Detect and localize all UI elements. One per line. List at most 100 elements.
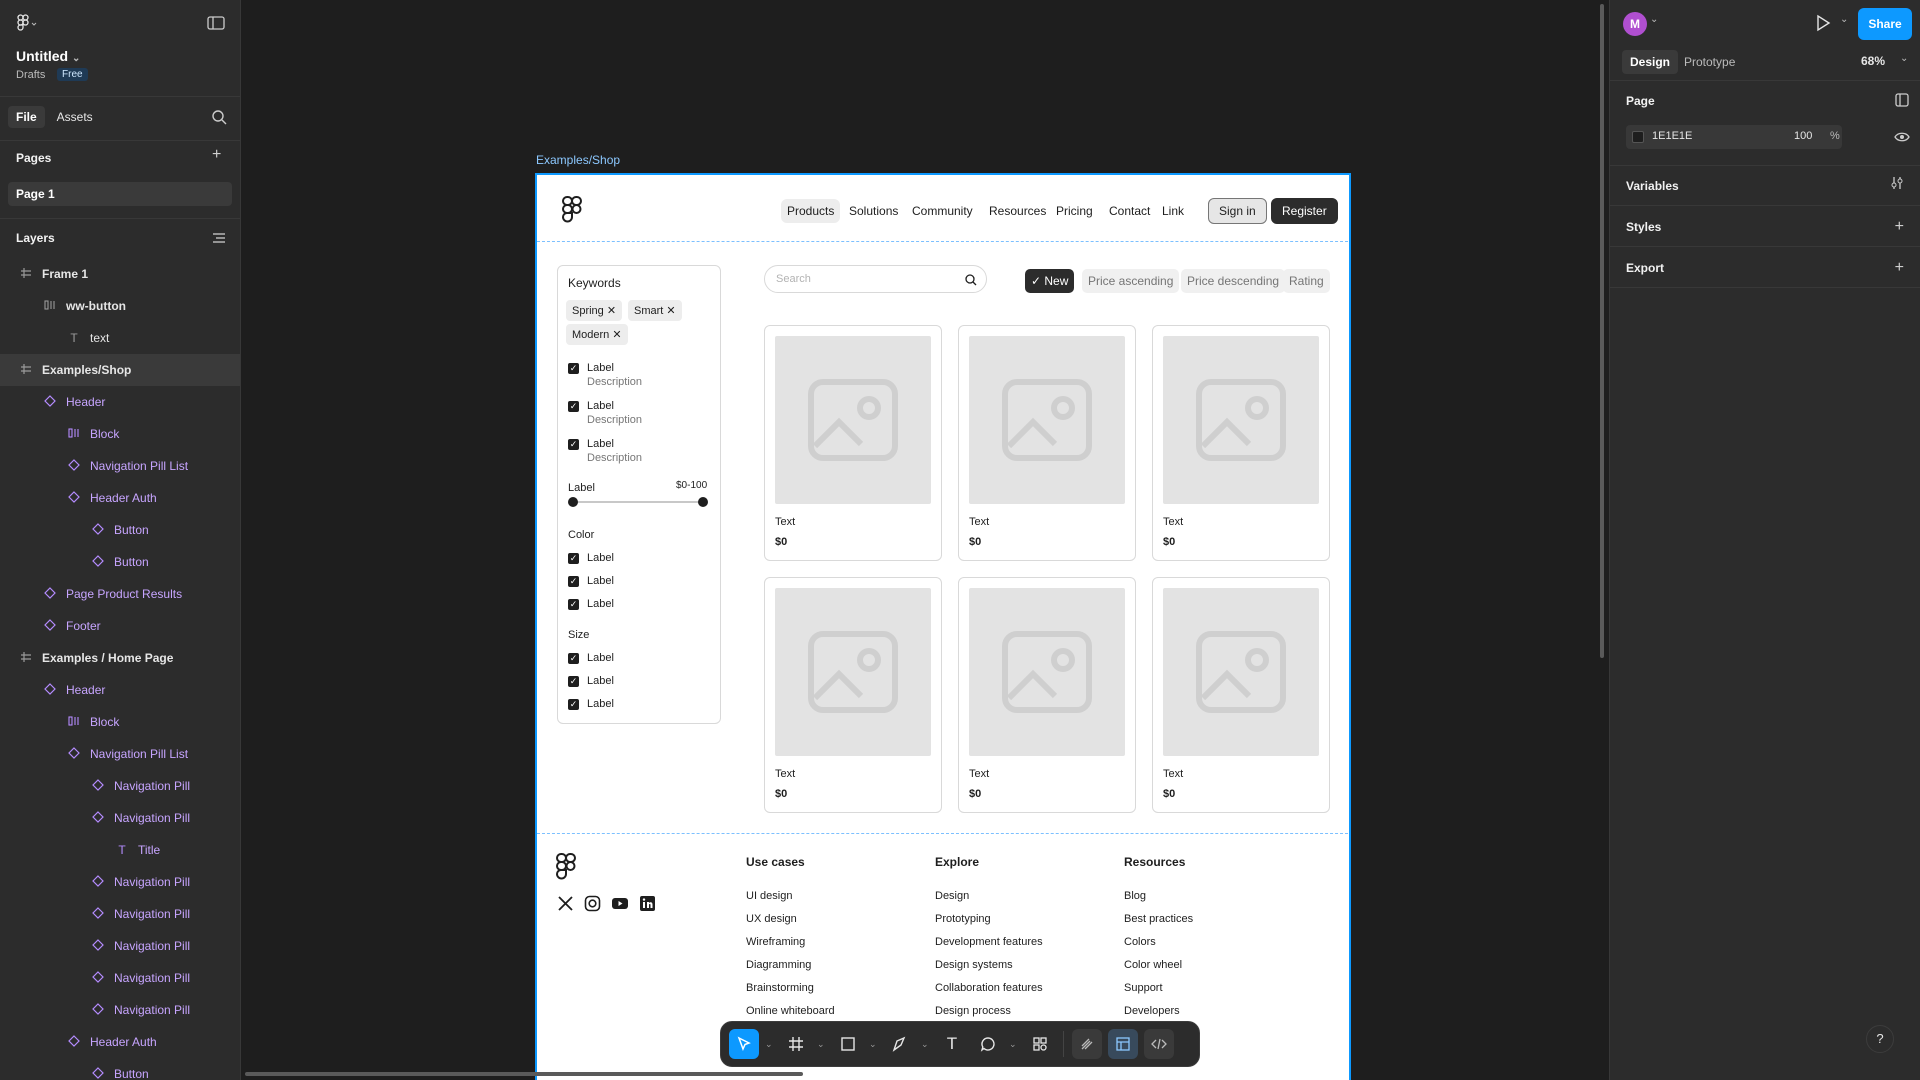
layer-row[interactable]: Footer	[0, 610, 240, 642]
horizontal-scrollbar[interactable]	[245, 1072, 803, 1076]
layer-row[interactable]: Navigation Pill List	[0, 450, 240, 482]
product-card[interactable]: Text $0	[1152, 325, 1330, 561]
footer-link[interactable]: Best practices	[1124, 913, 1193, 936]
layer-row[interactable]: Header	[0, 386, 240, 418]
layer-row[interactable]: Navigation Pill List	[0, 738, 240, 770]
actions-tool-icon[interactable]	[1025, 1029, 1055, 1059]
variables-settings-icon[interactable]	[1890, 176, 1904, 195]
add-page-icon[interactable]: +	[212, 146, 221, 164]
linkedin-icon[interactable]	[639, 895, 656, 917]
chevron-down-icon[interactable]: ⌄	[1840, 14, 1848, 25]
footer-link[interactable]: Prototyping	[935, 913, 1043, 936]
layer-row[interactable]: Page Product Results	[0, 578, 240, 610]
tab-assets[interactable]: Assets	[49, 106, 101, 128]
tab-file[interactable]: File	[8, 106, 45, 128]
navigation-pill[interactable]: Products	[781, 199, 841, 223]
styles-section[interactable]: Styles +	[1610, 207, 1920, 247]
x-icon[interactable]	[557, 895, 574, 917]
footer-link[interactable]: Design	[935, 890, 1043, 913]
rectangle-tool-icon[interactable]	[833, 1029, 863, 1059]
move-tool-icon[interactable]	[729, 1029, 759, 1059]
layer-row[interactable]: Navigation Pill	[0, 866, 240, 898]
footer-link[interactable]: Development features	[935, 936, 1043, 959]
tag-spring[interactable]: Spring ✕	[566, 300, 623, 321]
layer-row[interactable]: Examples/Shop	[0, 354, 240, 386]
footer-link[interactable]: UX design	[746, 913, 835, 936]
sort-pill[interactable]: Rating	[1283, 269, 1330, 293]
youtube-icon[interactable]	[611, 895, 629, 917]
range-thumb-max[interactable]	[698, 497, 708, 507]
layer-row[interactable]: Navigation Pill	[0, 898, 240, 930]
navigation-pill[interactable]: Solutions	[843, 199, 904, 223]
chevron-down-icon[interactable]: ⌄	[1900, 53, 1908, 64]
sort-pill[interactable]: Price descending	[1181, 269, 1286, 293]
tab-prototype[interactable]: Prototype	[1684, 55, 1735, 69]
navigation-pill[interactable]: Community	[906, 199, 979, 223]
checkbox[interactable]: ✓	[568, 401, 579, 412]
layer-row[interactable]: Block	[0, 418, 240, 450]
register-button[interactable]: Register	[1271, 198, 1338, 224]
layer-row[interactable]: Ttext	[0, 322, 240, 354]
footer-link[interactable]: Wireframing	[746, 936, 835, 959]
eye-icon[interactable]	[1894, 130, 1910, 148]
navigation-pill[interactable]: Contact	[1103, 199, 1156, 223]
variables-section[interactable]: Variables	[1610, 166, 1920, 206]
layer-row[interactable]: Navigation Pill	[0, 930, 240, 962]
footer-link[interactable]: Design systems	[935, 959, 1043, 982]
chevron-down-icon[interactable]: ⌄	[869, 1039, 879, 1050]
add-export-icon[interactable]: +	[1895, 259, 1904, 277]
share-button[interactable]: Share	[1858, 8, 1912, 40]
drafts-label[interactable]: Drafts	[16, 69, 45, 81]
search-icon[interactable]	[211, 109, 227, 130]
text-tool-icon[interactable]: T	[937, 1029, 967, 1059]
checkbox[interactable]: ✓	[568, 676, 579, 687]
page-item-page-1[interactable]: Page 1	[8, 182, 232, 206]
export-section[interactable]: Export +	[1610, 248, 1920, 288]
footer-link[interactable]: Support	[1124, 982, 1193, 1005]
layer-row[interactable]: Navigation Pill	[0, 962, 240, 994]
sign-in-button[interactable]: Sign in	[1208, 198, 1267, 224]
layer-row[interactable]: Navigation Pill	[0, 994, 240, 1026]
layers-options-icon[interactable]	[212, 231, 226, 249]
product-card[interactable]: Text $0	[958, 325, 1136, 561]
color-swatch[interactable]	[1632, 131, 1644, 143]
layer-row[interactable]: Frame 1	[0, 258, 240, 290]
checkbox[interactable]: ✓	[568, 439, 579, 450]
layer-row[interactable]: Button	[0, 514, 240, 546]
product-card[interactable]: Text $0	[958, 577, 1136, 813]
navigation-pill[interactable]: Link	[1156, 199, 1190, 223]
range-thumb-min[interactable]	[568, 497, 578, 507]
product-card[interactable]: Text $0	[764, 325, 942, 561]
footer-link[interactable]: Colors	[1124, 936, 1193, 959]
pen-tool-icon[interactable]	[885, 1029, 915, 1059]
layer-row[interactable]: Navigation Pill	[0, 802, 240, 834]
zoom-level[interactable]: 68%	[1861, 54, 1885, 68]
help-button[interactable]: ?	[1866, 1025, 1894, 1053]
comment-tool-icon[interactable]	[973, 1029, 1003, 1059]
frame-tool-icon[interactable]	[781, 1029, 811, 1059]
search-icon[interactable]	[965, 273, 977, 291]
checkbox[interactable]: ✓	[568, 599, 579, 610]
footer-link[interactable]: Blog	[1124, 890, 1193, 913]
close-icon[interactable]: ✕	[612, 329, 621, 341]
present-play-icon[interactable]	[1815, 14, 1831, 37]
checkbox[interactable]: ✓	[568, 576, 579, 587]
layer-row[interactable]: Header	[0, 674, 240, 706]
sidebar-toggle-icon[interactable]	[207, 16, 225, 35]
page-color-hex[interactable]: 1E1E1E	[1652, 130, 1692, 142]
vertical-scrollbar[interactable]	[1600, 4, 1604, 658]
layer-row[interactable]: Header Auth	[0, 1026, 240, 1058]
layer-row[interactable]: Navigation Pill	[0, 770, 240, 802]
draw-mode-icon[interactable]	[1072, 1029, 1102, 1059]
tab-design[interactable]: Design	[1622, 50, 1679, 74]
sort-pill[interactable]: ✓ New	[1025, 269, 1075, 293]
layer-row[interactable]: Examples / Home Page	[0, 642, 240, 674]
navigation-pill[interactable]: Resources	[983, 199, 1052, 223]
tag-modern[interactable]: Modern ✕	[566, 324, 628, 345]
layer-row[interactable]: T Title	[0, 834, 240, 866]
chevron-down-icon[interactable]: ⌄	[1009, 1039, 1019, 1050]
avatar[interactable]: M	[1623, 12, 1647, 36]
frame-label[interactable]: Examples/Shop	[536, 153, 620, 167]
add-style-icon[interactable]: +	[1895, 218, 1904, 236]
checkbox[interactable]: ✓	[568, 363, 579, 374]
